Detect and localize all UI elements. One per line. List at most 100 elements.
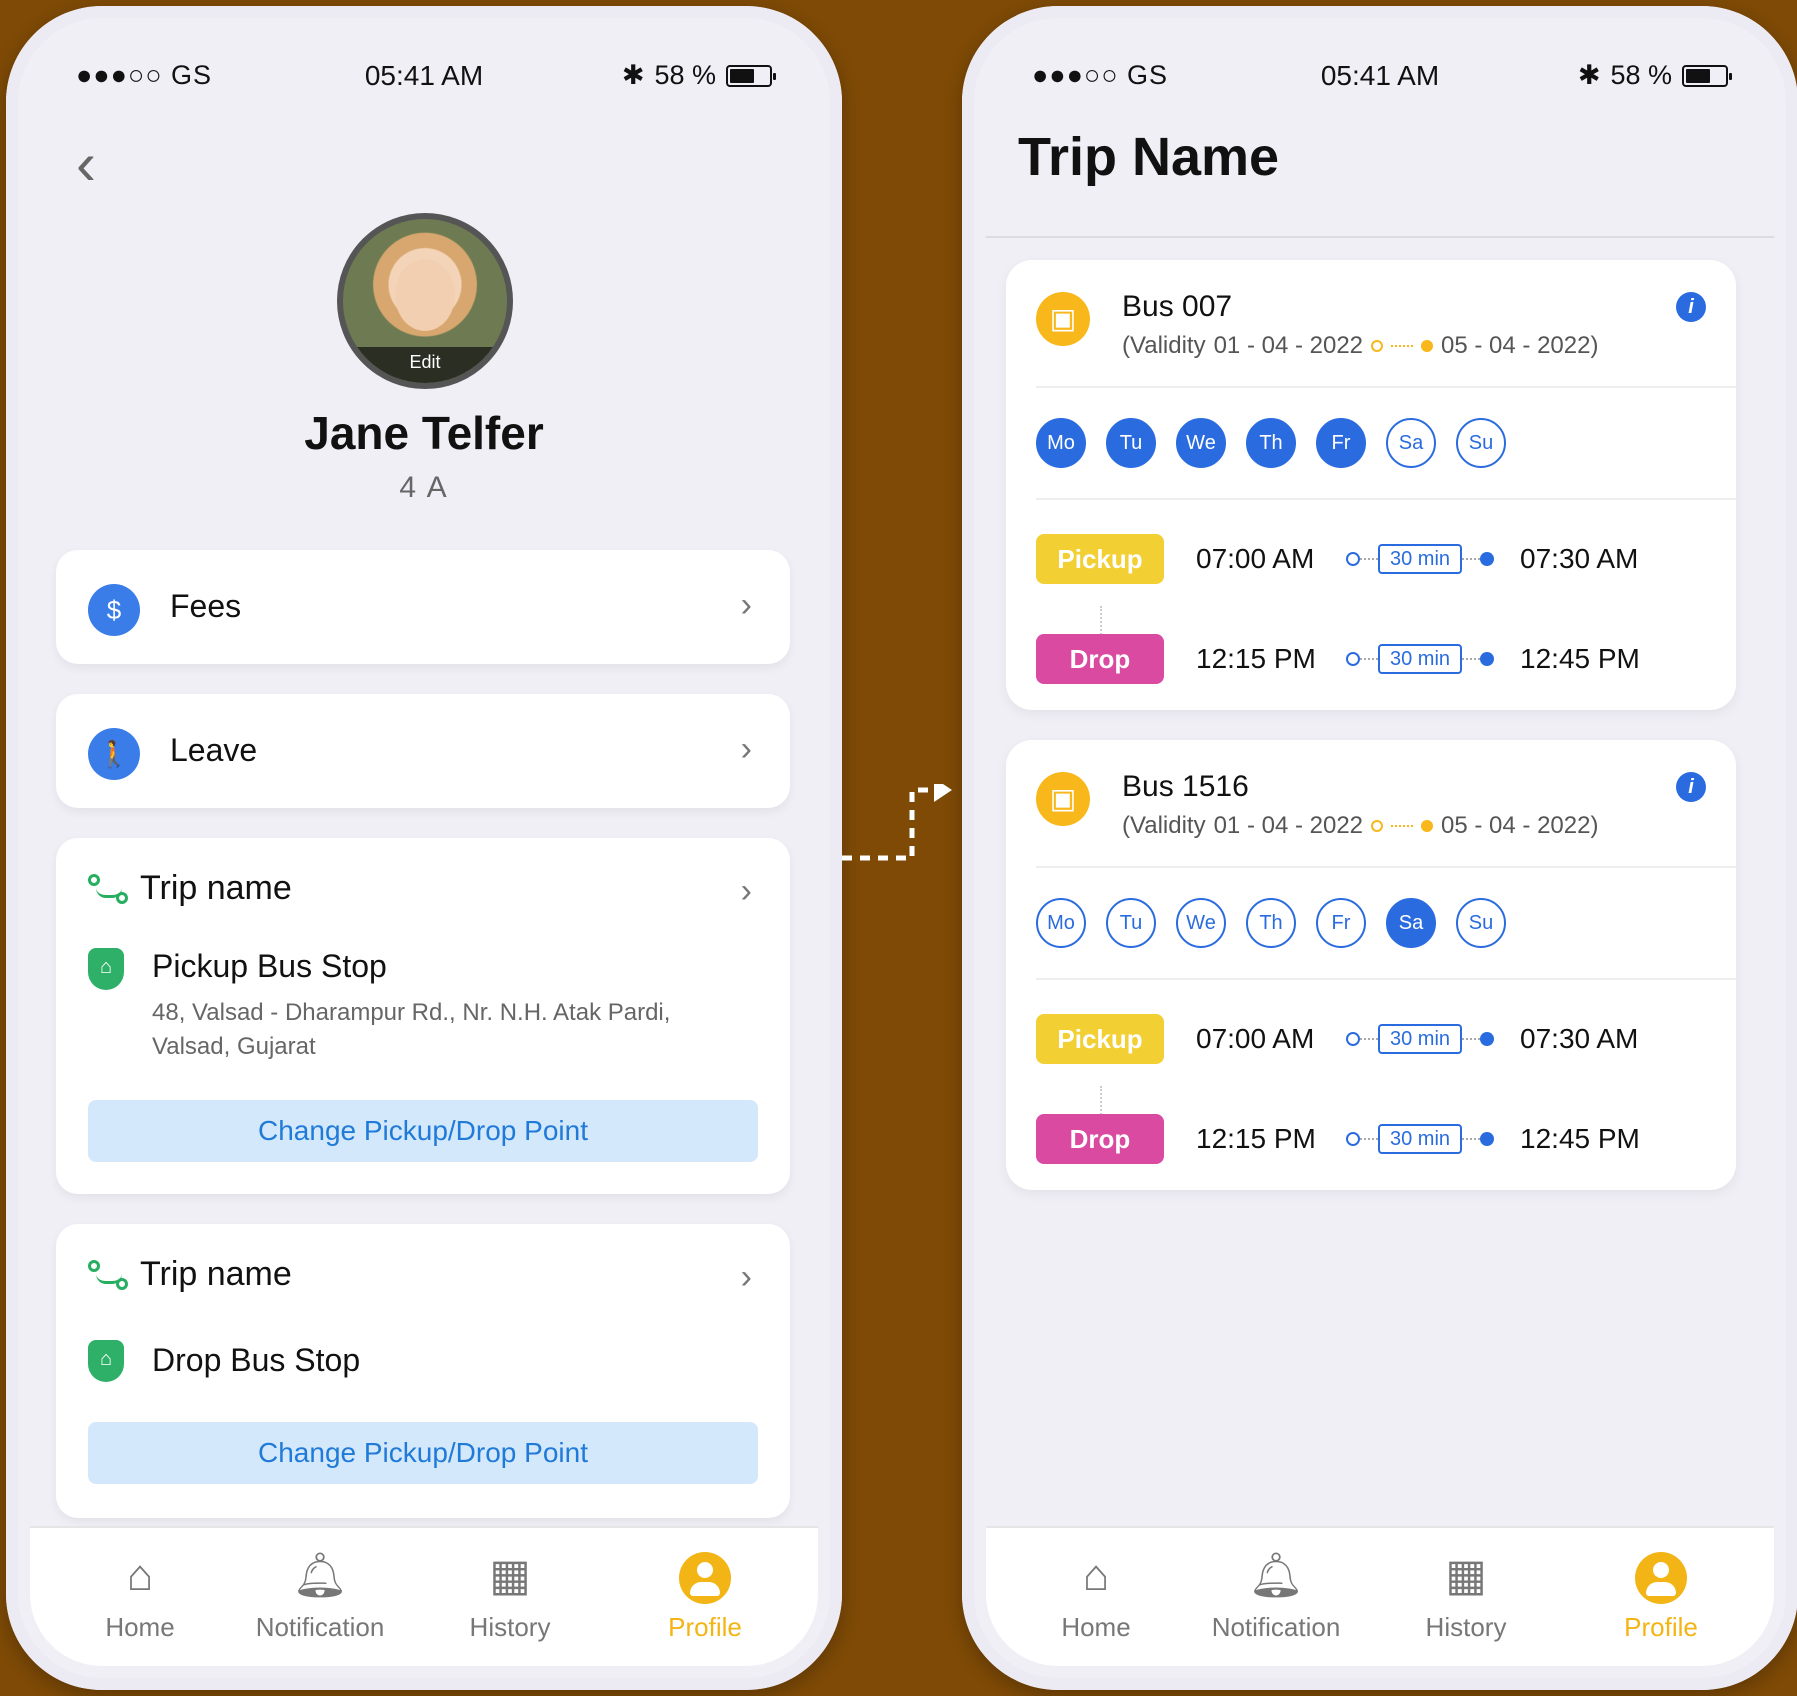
back-arrow-icon[interactable]: ‹ — [76, 134, 120, 194]
drop-duration: 30 min — [1378, 644, 1463, 674]
dash — [1360, 558, 1378, 560]
drop-duration: 30 min — [1378, 1124, 1463, 1154]
tab-label: Home — [1061, 1612, 1131, 1642]
battery-percent: 58 % — [1610, 60, 1672, 90]
validity-dash — [1391, 345, 1414, 347]
tab-profile[interactable]: Profile — [615, 1548, 795, 1643]
tab-label: Home — [105, 1612, 175, 1642]
tab-home[interactable]: ⌂ Home — [1006, 1548, 1186, 1643]
divider — [1036, 498, 1736, 500]
bottom-tab-bar: ⌂ Home 🔔︎ Notification ▦ History Profile — [30, 1526, 818, 1666]
drop-start-time: 12:15 PM — [1196, 643, 1316, 674]
leave-menu-item[interactable]: 🚶 Leave › — [56, 694, 790, 808]
validity-from: 01 - 04 - 2022 — [1213, 332, 1364, 359]
day-sunday[interactable]: Su — [1456, 418, 1506, 468]
end-dot — [1480, 552, 1495, 566]
chevron-right-icon: › — [740, 730, 752, 768]
change-pickup-drop-button[interactable]: Change Pickup/Drop Point — [88, 1422, 758, 1484]
drop-tag: Drop — [1036, 1114, 1164, 1164]
day-tuesday[interactable]: Tu — [1106, 898, 1156, 948]
tab-notification[interactable]: 🔔︎ Notification — [230, 1548, 410, 1643]
bell-icon: 🔔︎ — [1248, 1551, 1304, 1600]
drop-trip-card[interactable]: Trip name › ⌂ Drop Bus Stop Change Picku… — [56, 1224, 790, 1518]
validity-from: 01 - 04 - 2022 — [1213, 812, 1364, 839]
info-icon[interactable]: i — [1676, 292, 1706, 322]
day-tuesday[interactable]: Tu — [1106, 418, 1156, 468]
pickup-trip-card[interactable]: Trip name › ⌂ Pickup Bus Stop 48, Valsad… — [56, 838, 790, 1194]
validity-dash — [1391, 825, 1414, 827]
drop-stop-title: Drop Bus Stop — [152, 1342, 361, 1378]
bell-icon: 🔔︎ — [292, 1551, 348, 1600]
end-dot — [1480, 1132, 1495, 1146]
dash — [1462, 1038, 1481, 1040]
tab-label: Notification — [1211, 1612, 1341, 1642]
tab-home[interactable]: ⌂ Home — [50, 1548, 230, 1643]
day-saturday[interactable]: Sa — [1386, 418, 1436, 468]
route-icon — [86, 1256, 130, 1292]
start-dot — [1346, 652, 1360, 666]
status-bar: ●●●○○ GS 05:41 AM ✱ 58 % — [66, 56, 782, 96]
validity-start-dot — [1371, 820, 1384, 832]
status-bar: ●●●○○ GS 05:41 AM ✱ 58 % — [1022, 56, 1738, 96]
bus-stop-icon: ⌂ — [88, 948, 124, 990]
divider — [1036, 866, 1736, 868]
flow-arrow-icon — [842, 784, 952, 861]
route-icon — [86, 870, 130, 906]
tab-history[interactable]: ▦ History — [1376, 1548, 1556, 1643]
end-dot — [1480, 1032, 1495, 1046]
leave-icon: 🚶 — [88, 728, 140, 780]
bus-icon: ▣ — [1036, 772, 1090, 826]
validity-range: (Validity 01 - 04 - 2022 05 - 04 - 2022) — [1122, 332, 1598, 360]
day-wednesday[interactable]: We — [1176, 898, 1226, 948]
drop-schedule: Drop 12:15 PM 30 min 12:45 PM — [1036, 1114, 1706, 1164]
divider — [1036, 386, 1736, 388]
home-icon: ⌂ — [1082, 1551, 1110, 1600]
avatar[interactable]: Edit — [337, 213, 513, 389]
student-grade: 4 A — [399, 471, 449, 504]
home-icon: ⌂ — [126, 1551, 154, 1600]
pickup-end-time: 07:30 AM — [1520, 1023, 1639, 1054]
start-dot — [1346, 552, 1360, 566]
change-pickup-drop-button[interactable]: Change Pickup/Drop Point — [88, 1100, 758, 1162]
bus-icon: ▣ — [1036, 292, 1090, 346]
chevron-right-icon: › — [740, 586, 752, 624]
dash — [1360, 1038, 1378, 1040]
drop-end-time: 12:45 PM — [1520, 1123, 1640, 1154]
pickup-duration: 30 min — [1378, 544, 1463, 574]
dash — [1462, 558, 1481, 560]
chevron-right-icon[interactable]: › — [741, 872, 752, 911]
day-friday[interactable]: Fr — [1316, 898, 1366, 948]
validity-to: 05 - 04 - 2022) — [1441, 332, 1599, 359]
page-title: Trip Name — [1018, 127, 1280, 187]
day-friday[interactable]: Fr — [1316, 418, 1366, 468]
day-monday[interactable]: Mo — [1036, 418, 1086, 468]
day-sunday[interactable]: Su — [1456, 898, 1506, 948]
battery-icon — [1682, 64, 1732, 87]
battery-icon — [726, 64, 776, 87]
pickup-stop-address: 48, Valsad - Dharampur Rd., Nr. N.H. Ata… — [152, 999, 671, 1060]
validity-prefix: (Validity — [1122, 812, 1206, 839]
pickup-tag: Pickup — [1036, 1014, 1164, 1064]
validity-to: 05 - 04 - 2022) — [1441, 812, 1599, 839]
tab-history[interactable]: ▦ History — [420, 1548, 600, 1643]
user-icon — [679, 1552, 731, 1605]
bus-card: ▣ Bus 1516 (Validity 01 - 04 - 2022 05 -… — [1006, 740, 1736, 1190]
tab-profile[interactable]: Profile — [1571, 1548, 1751, 1643]
day-thursday[interactable]: Th — [1246, 418, 1296, 468]
trip-title: Trip name — [140, 868, 292, 907]
profile-screen: ●●●○○ GS 05:41 AM ✱ 58 % ‹ Edit Jane Tel… — [6, 6, 842, 1690]
day-saturday[interactable]: Sa — [1386, 898, 1436, 948]
day-wednesday[interactable]: We — [1176, 418, 1226, 468]
tab-notification[interactable]: 🔔︎ Notification — [1186, 1548, 1366, 1643]
chevron-right-icon[interactable]: › — [741, 1258, 752, 1297]
trip-header: Trip name — [86, 868, 292, 908]
fees-menu-item[interactable]: $ Fees › — [56, 550, 790, 664]
validity-range: (Validity 01 - 04 - 2022 05 - 04 - 2022) — [1122, 812, 1598, 840]
bluetooth-icon: ✱ — [1577, 60, 1601, 90]
day-thursday[interactable]: Th — [1246, 898, 1296, 948]
info-icon[interactable]: i — [1676, 772, 1706, 802]
day-monday[interactable]: Mo — [1036, 898, 1086, 948]
pickup-start-time: 07:00 AM — [1196, 1023, 1315, 1054]
avatar-edit-button[interactable]: Edit — [343, 347, 507, 383]
divider — [1036, 978, 1736, 980]
